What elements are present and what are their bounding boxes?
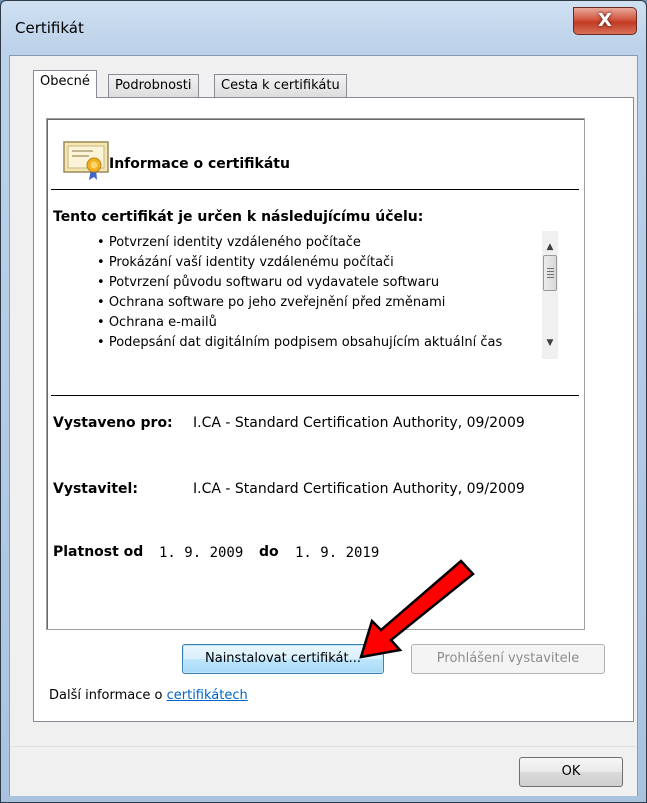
tab-certification-path[interactable]: Cesta k certifikátu bbox=[214, 74, 347, 98]
ok-button[interactable]: OK bbox=[519, 757, 623, 787]
purpose-scrollbar[interactable]: ▲ ▼ bbox=[542, 231, 558, 359]
issuer-label: Vystavitel: bbox=[53, 481, 138, 497]
more-info-text: Další informace o certifikátech bbox=[49, 688, 248, 703]
dialog-button-bar: OK bbox=[10, 746, 637, 796]
issued-to-value: I.CA - Standard Certification Authority,… bbox=[193, 415, 525, 431]
list-item: • Podepsání dat digitálním podpisem obsa… bbox=[97, 335, 503, 350]
list-item: • Potvrzení identity vzdáleného počítače bbox=[97, 235, 361, 250]
issuer-value: I.CA - Standard Certification Authority,… bbox=[193, 481, 525, 497]
valid-to-label: do bbox=[259, 544, 279, 560]
certificates-link[interactable]: certifikátech bbox=[167, 688, 248, 703]
list-item: • Potvrzení původu softwaru od vydavatel… bbox=[97, 275, 440, 290]
dialog-client-area: Obecné Podrobnosti Cesta k certifikátu I… bbox=[9, 55, 638, 796]
certificate-dialog: Certifikát X Obecné Podrobnosti Cesta k … bbox=[0, 0, 647, 803]
valid-from-label: Platnost od bbox=[53, 544, 144, 560]
issuer-statement-button[interactable]: Prohlášení vystavitele bbox=[411, 644, 605, 674]
scroll-up-icon[interactable]: ▲ bbox=[542, 239, 558, 255]
install-certificate-button[interactable]: Nainstalovat certifikát... bbox=[182, 644, 384, 674]
purpose-list: • Potvrzení identity vzdáleného počítače… bbox=[97, 233, 541, 359]
scroll-thumb[interactable] bbox=[543, 255, 557, 291]
close-button[interactable]: X bbox=[573, 7, 637, 35]
list-item: • Prokázání vaší identity vzdálenému poč… bbox=[97, 255, 394, 270]
valid-to-value: 1. 9. 2019 bbox=[295, 545, 380, 561]
certificate-info-heading: Informace o certifikátu bbox=[109, 156, 290, 172]
list-item: • Ochrana software po jeho zveřejnění př… bbox=[97, 295, 446, 310]
window-title: Certifikát bbox=[15, 19, 84, 37]
valid-from-value: 1. 9. 2009 bbox=[159, 545, 244, 561]
close-icon: X bbox=[598, 10, 612, 31]
tab-details[interactable]: Podrobnosti bbox=[108, 74, 199, 98]
certificate-icon bbox=[63, 141, 109, 180]
purpose-title: Tento certifikát je určen k následujícím… bbox=[53, 209, 424, 225]
title-bar[interactable]: Certifikát X bbox=[1, 1, 646, 55]
purpose-divider bbox=[51, 395, 579, 396]
certificate-info-box: Informace o certifikátu Tento certifikát… bbox=[46, 118, 585, 630]
scroll-down-icon[interactable]: ▼ bbox=[542, 335, 558, 351]
heading-divider bbox=[51, 189, 579, 190]
tab-general[interactable]: Obecné bbox=[33, 70, 97, 98]
list-item: • Ochrana e-mailů bbox=[97, 315, 217, 330]
issued-to-label: Vystaveno pro: bbox=[53, 415, 173, 431]
